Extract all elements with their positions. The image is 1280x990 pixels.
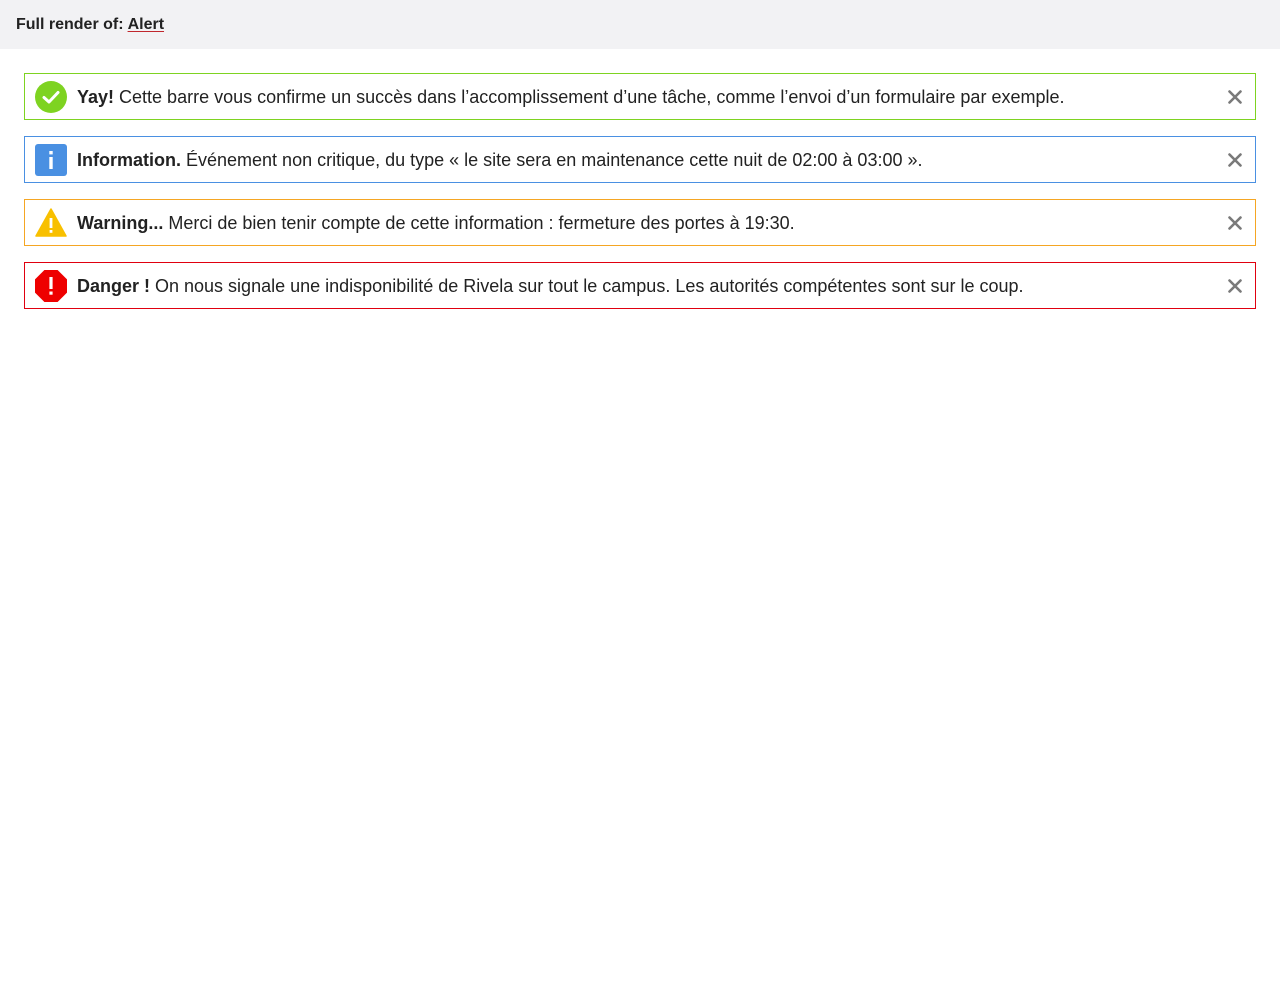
alerts-list: Yay! Cette barre vous confirme un succès…	[0, 49, 1280, 309]
close-icon[interactable]	[1225, 213, 1245, 233]
alert-title: Yay!	[77, 86, 115, 107]
alert-title: Warning...	[77, 212, 164, 233]
alert-danger: Danger ! On nous signale une indisponibi…	[24, 262, 1256, 309]
top-bar: Full render of: Alert	[0, 0, 1280, 49]
alert-info: Information. Événement non critique, du …	[24, 136, 1256, 183]
alert-message: Cette barre vous confirme un succès dans…	[119, 86, 1065, 107]
alert-message: Merci de bien tenir compte de cette info…	[168, 212, 795, 233]
alert-message: Événement non critique, du type « le sit…	[186, 149, 923, 170]
info-square-icon	[35, 143, 67, 176]
check-circle-icon	[35, 80, 67, 113]
warning-triangle-icon	[35, 207, 67, 239]
alert-message: On nous signale une indisponibilité de R…	[155, 275, 1024, 296]
alert-success: Yay! Cette barre vous confirme un succès…	[24, 73, 1256, 120]
component-link[interactable]: Alert	[128, 16, 164, 34]
alert-title: Danger !	[77, 275, 151, 296]
close-icon[interactable]	[1225, 87, 1245, 107]
close-icon[interactable]	[1225, 276, 1245, 296]
render-label: Full render of:	[16, 15, 124, 33]
close-icon[interactable]	[1225, 150, 1245, 170]
danger-octagon-icon	[35, 269, 67, 302]
alert-warning: Warning... Merci de bien tenir compte de…	[24, 199, 1256, 246]
alert-title: Information.	[77, 149, 181, 170]
